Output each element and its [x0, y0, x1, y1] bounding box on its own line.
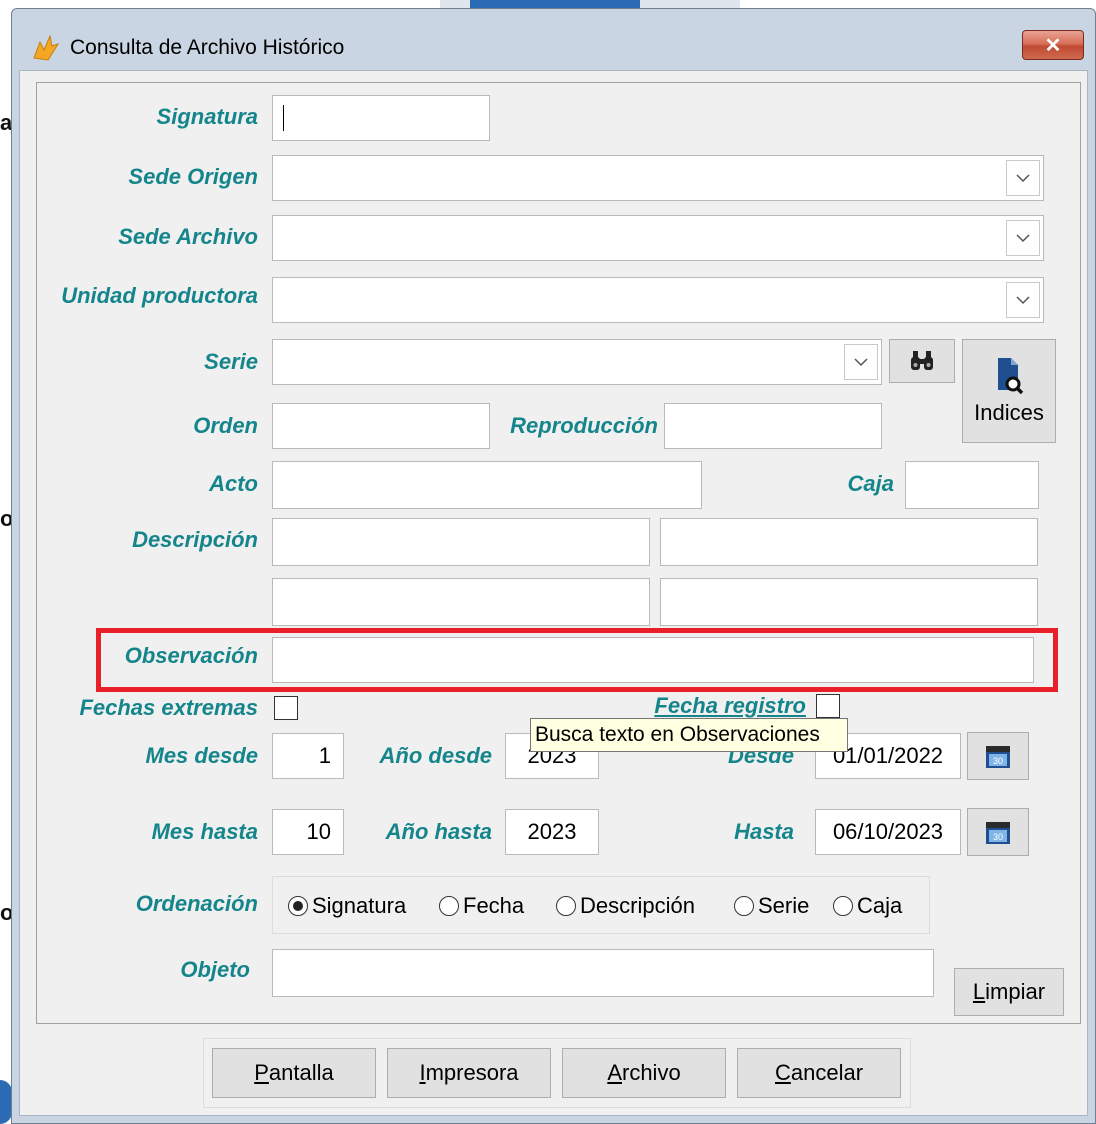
descripcion-input[interactable]: [272, 578, 650, 626]
acto-label: Acto: [209, 471, 258, 496]
ordenacion-label: Ordenación: [135, 891, 258, 916]
fechas-extremas-checkbox[interactable]: [274, 696, 298, 720]
indices-button-label: Indices: [974, 400, 1044, 425]
anio-desde-label: Año desde: [379, 743, 492, 768]
hasta-label: Hasta: [734, 819, 794, 844]
unidad-productora-label: Unidad productora: [61, 283, 258, 308]
calendar-icon: 30: [986, 746, 1010, 768]
chevron-down-icon: [1016, 174, 1030, 183]
chevron-down-icon: [1016, 296, 1030, 305]
highlight-box: [96, 628, 1058, 692]
archivo-button[interactable]: Archivo: [562, 1048, 726, 1098]
sede-origen-dropdown-button[interactable]: [1006, 160, 1040, 196]
radio-signatura[interactable]: Signatura: [288, 893, 406, 919]
window-title: Consulta de Archivo Histórico: [70, 36, 345, 59]
acto-input[interactable]: [272, 461, 702, 509]
reproduccion-input[interactable]: [664, 403, 882, 449]
sede-origen-select[interactable]: [272, 155, 1044, 201]
impresora-button[interactable]: Impresora: [387, 1048, 551, 1098]
caja-input[interactable]: [905, 461, 1039, 509]
radio-descripcion[interactable]: Descripción: [556, 893, 695, 919]
descripcion-input[interactable]: [272, 518, 650, 566]
radio-indicator: [439, 896, 459, 916]
descripcion-input[interactable]: [660, 518, 1038, 566]
unidad-productora-select[interactable]: [272, 277, 1044, 323]
hasta-date-input[interactable]: 06/10/2023: [815, 809, 961, 855]
anio-hasta-label: Año hasta: [385, 819, 492, 844]
mes-desde-input[interactable]: 1: [272, 733, 344, 779]
radio-indicator: [556, 896, 576, 916]
radio-fecha[interactable]: Fecha: [439, 893, 524, 919]
chevron-down-icon: [854, 358, 868, 367]
signatura-label: Signatura: [156, 104, 258, 129]
document-search-icon: [998, 358, 1024, 395]
radio-caja[interactable]: Caja: [833, 893, 902, 919]
text-caret: [283, 105, 284, 131]
objeto-input[interactable]: [272, 949, 934, 997]
svg-text:30: 30: [993, 832, 1003, 842]
fecha-registro-label: Fecha registro: [654, 693, 806, 718]
orden-input[interactable]: [272, 403, 490, 449]
sede-archivo-label: Sede Archivo: [118, 224, 258, 249]
indices-button[interactable]: Indices: [962, 339, 1056, 443]
close-button[interactable]: ✕: [1022, 30, 1084, 60]
serie-select[interactable]: [272, 339, 882, 385]
serie-dropdown-button[interactable]: [844, 344, 878, 380]
background-app: [0, 0, 10, 1124]
fecha-registro-checkbox[interactable]: [816, 694, 840, 718]
calendar-icon: 30: [986, 822, 1010, 844]
close-icon: ✕: [1044, 34, 1062, 57]
caja-label: Caja: [847, 471, 894, 496]
limpiar-button[interactable]: Limpiar: [954, 968, 1064, 1016]
orden-label: Orden: [193, 413, 258, 438]
signatura-input[interactable]: [272, 95, 490, 141]
radio-indicator: [833, 896, 853, 916]
app-icon: [30, 32, 62, 64]
hasta-calendar-button[interactable]: 30: [967, 808, 1029, 856]
objeto-label: Objeto: [180, 957, 250, 982]
pantalla-button[interactable]: Pantalla: [212, 1048, 376, 1098]
binoculars-icon: [911, 351, 933, 370]
unidad-productora-dropdown-button[interactable]: [1006, 282, 1040, 318]
descripcion-input[interactable]: [660, 578, 1038, 626]
descripcion-label: Descripción: [132, 527, 258, 552]
serie-label: Serie: [204, 349, 258, 374]
cancelar-button[interactable]: Cancelar: [737, 1048, 901, 1098]
anio-hasta-input[interactable]: 2023: [505, 809, 599, 855]
chevron-down-icon: [1016, 234, 1030, 243]
radio-serie[interactable]: Serie: [734, 893, 809, 919]
fechas-extremas-label: Fechas extremas: [79, 695, 258, 720]
mes-desde-label: Mes desde: [145, 743, 259, 768]
sede-archivo-dropdown-button[interactable]: [1006, 220, 1040, 256]
radio-indicator: [734, 896, 754, 916]
serie-search-button[interactable]: [889, 339, 955, 383]
reproduccion-label: Reproducción: [510, 413, 658, 438]
mes-hasta-input[interactable]: 10: [272, 809, 344, 855]
sede-origen-label: Sede Origen: [128, 164, 258, 189]
desde-calendar-button[interactable]: 30: [967, 732, 1029, 780]
background-app-tab: [470, 0, 640, 8]
svg-text:30: 30: [993, 756, 1003, 766]
radio-indicator-selected: [288, 896, 308, 916]
observacion-tooltip: Busca texto en Observaciones: [530, 718, 848, 752]
mes-hasta-label: Mes hasta: [151, 819, 258, 844]
sede-archivo-select[interactable]: [272, 215, 1044, 261]
